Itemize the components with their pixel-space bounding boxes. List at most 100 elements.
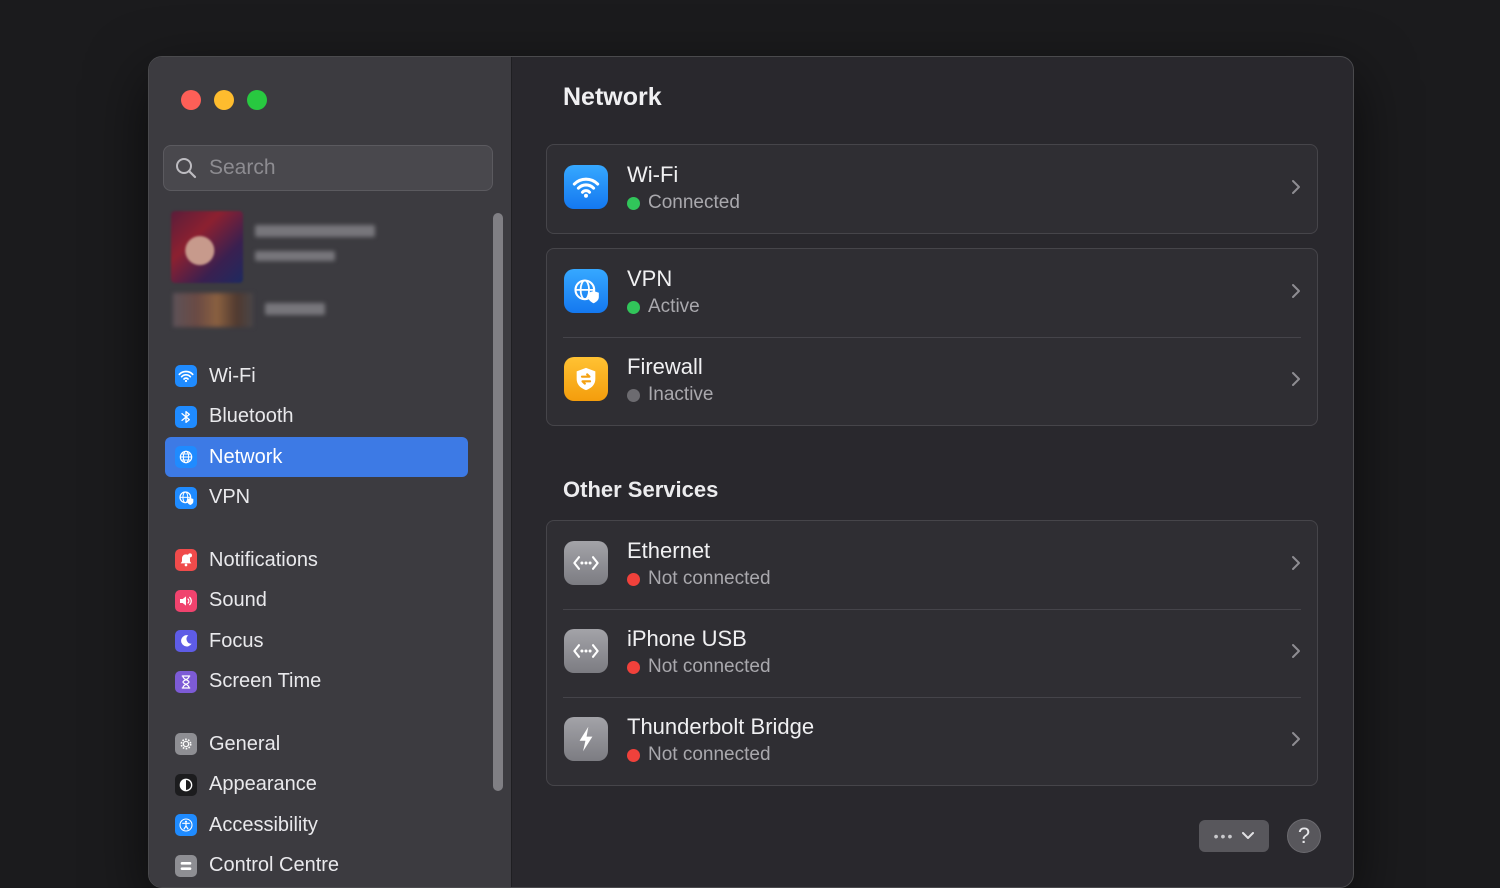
service-status: Not connected xyxy=(627,656,771,678)
gear-icon xyxy=(175,733,197,755)
sidebar-item-control-centre[interactable]: Control Centre xyxy=(165,846,468,886)
service-status: Connected xyxy=(627,192,740,214)
sidebar-group-notifications: Notifications Sound Focus Screen Time xyxy=(165,540,468,702)
sidebar-group-connectivity: Wi-Fi Bluetooth Network VPN xyxy=(165,356,468,518)
sidebar-item-label: VPN xyxy=(209,486,251,508)
status-dot xyxy=(627,660,640,674)
search-field[interactable] xyxy=(163,145,493,191)
control-centre-icon xyxy=(175,854,197,877)
sidebar-item-screen-time[interactable]: Screen Time xyxy=(165,662,468,702)
globe-icon xyxy=(175,446,197,468)
sidebar-item-bluetooth[interactable]: Bluetooth xyxy=(165,397,468,437)
status-dot xyxy=(627,572,640,586)
appearance-icon xyxy=(175,773,197,796)
family-avatars-redacted xyxy=(173,293,253,327)
sidebar-item-label: Accessibility xyxy=(209,813,318,836)
accessibility-icon xyxy=(175,814,197,836)
service-status-text: Not connected xyxy=(648,568,771,589)
service-name: Ethernet xyxy=(627,538,711,563)
account-subtitle-redacted xyxy=(255,251,335,261)
window-controls xyxy=(181,90,267,110)
service-status: Not connected xyxy=(627,744,771,766)
service-name: iPhone USB xyxy=(627,626,747,651)
family-label-redacted xyxy=(265,303,325,315)
service-name: Firewall xyxy=(627,354,703,379)
other-services-group: Ethernet Not connected iPhone USB Not conne… xyxy=(546,520,1318,786)
main-content: Network Wi-Fi Connected VPN Active Firewall… xyxy=(512,57,1353,887)
sidebar-item-label: Wi-Fi xyxy=(209,364,256,387)
sidebar-item-label: Notifications xyxy=(209,548,318,571)
service-status-text: Active xyxy=(648,296,700,317)
sidebar-item-sound[interactable]: Sound xyxy=(165,581,468,621)
service-status: Inactive xyxy=(627,384,713,406)
sidebar-item-label: Appearance xyxy=(209,773,317,795)
chevron-right-icon xyxy=(1291,555,1301,576)
sidebar-item-label: Bluetooth xyxy=(209,405,294,427)
globe-shield-icon xyxy=(564,269,608,313)
service-row-vpn[interactable]: VPN Active xyxy=(547,249,1317,337)
thunderbolt-icon xyxy=(564,717,608,761)
sidebar-item-wi-fi[interactable]: Wi-Fi xyxy=(165,356,468,396)
chevron-down-icon xyxy=(1242,832,1255,839)
chevron-right-icon xyxy=(1291,371,1301,392)
hourglass-icon xyxy=(175,670,197,693)
service-row-ethernet[interactable]: Ethernet Not connected xyxy=(547,521,1317,609)
sidebar-item-accessibility[interactable]: Accessibility xyxy=(165,805,468,845)
sidebar-item-vpn[interactable]: VPN xyxy=(165,478,468,518)
search-input[interactable] xyxy=(207,155,471,181)
ethernet-icon xyxy=(564,629,608,673)
service-row-wi-fi[interactable]: Wi-Fi Connected xyxy=(547,145,1317,233)
service-status-text: Connected xyxy=(648,192,740,213)
sidebar-item-general[interactable]: General xyxy=(165,724,468,764)
bell-icon xyxy=(175,549,197,571)
wifi-icon xyxy=(175,365,197,387)
sidebar-item-focus[interactable]: Focus xyxy=(165,621,468,661)
sidebar-item-label: Control Centre xyxy=(209,854,340,876)
chevron-right-icon xyxy=(1291,731,1301,752)
close-button[interactable] xyxy=(181,90,201,110)
account-name-redacted xyxy=(255,225,375,237)
firewall-icon xyxy=(564,357,608,401)
sidebar-scrollbar[interactable] xyxy=(493,213,503,791)
service-row-thunderbolt-bridge[interactable]: Thunderbolt Bridge Not connected xyxy=(547,697,1317,785)
other-services-heading: Other Services xyxy=(563,477,719,502)
bottom-toolbar: ••• ? xyxy=(1199,819,1321,853)
chevron-right-icon xyxy=(1291,643,1301,664)
zoom-button[interactable] xyxy=(247,90,267,110)
minimize-button[interactable] xyxy=(214,90,234,110)
service-row-firewall[interactable]: Firewall Inactive xyxy=(547,337,1317,425)
globe-shield-icon xyxy=(175,486,197,509)
sidebar-item-appearance[interactable]: Appearance xyxy=(165,765,468,805)
sidebar-item-network[interactable]: Network xyxy=(165,437,468,477)
wifi-group: Wi-Fi Connected xyxy=(546,144,1318,234)
avatar xyxy=(171,211,243,283)
status-dot xyxy=(627,748,640,762)
service-row-iphone-usb[interactable]: iPhone USB Not connected xyxy=(547,609,1317,697)
search-icon xyxy=(176,158,197,179)
sidebar-item-label: Sound xyxy=(209,589,267,611)
sidebar-item-label: Network xyxy=(209,445,283,468)
ethernet-icon xyxy=(564,541,608,585)
service-name: VPN xyxy=(627,266,673,291)
sidebar-item-label: General xyxy=(209,732,281,755)
more-actions-button[interactable]: ••• xyxy=(1199,820,1269,852)
vpn-firewall-group: VPN Active Firewall Inactive xyxy=(546,248,1318,426)
service-status-text: Not connected xyxy=(648,744,771,765)
service-status-text: Not connected xyxy=(648,656,771,677)
sidebar: Wi-Fi Bluetooth Network VPN Notifications So… xyxy=(149,57,512,887)
service-status: Not connected xyxy=(627,568,771,590)
sidebar-item-notifications[interactable]: Notifications xyxy=(165,540,468,580)
service-name: Wi-Fi xyxy=(627,162,679,187)
service-status: Active xyxy=(627,296,700,318)
service-name: Thunderbolt Bridge xyxy=(627,714,815,739)
help-button[interactable]: ? xyxy=(1287,819,1321,853)
status-dot xyxy=(627,388,640,402)
speaker-icon xyxy=(175,589,197,612)
status-dot xyxy=(627,300,640,314)
sidebar-item-label: Focus xyxy=(209,629,264,652)
wifi-icon xyxy=(564,165,608,209)
sidebar-item-label: Screen Time xyxy=(209,670,322,692)
bluetooth-icon xyxy=(175,405,197,428)
settings-window: Wi-Fi Bluetooth Network VPN Notifications So… xyxy=(148,56,1354,888)
status-dot xyxy=(627,196,640,210)
